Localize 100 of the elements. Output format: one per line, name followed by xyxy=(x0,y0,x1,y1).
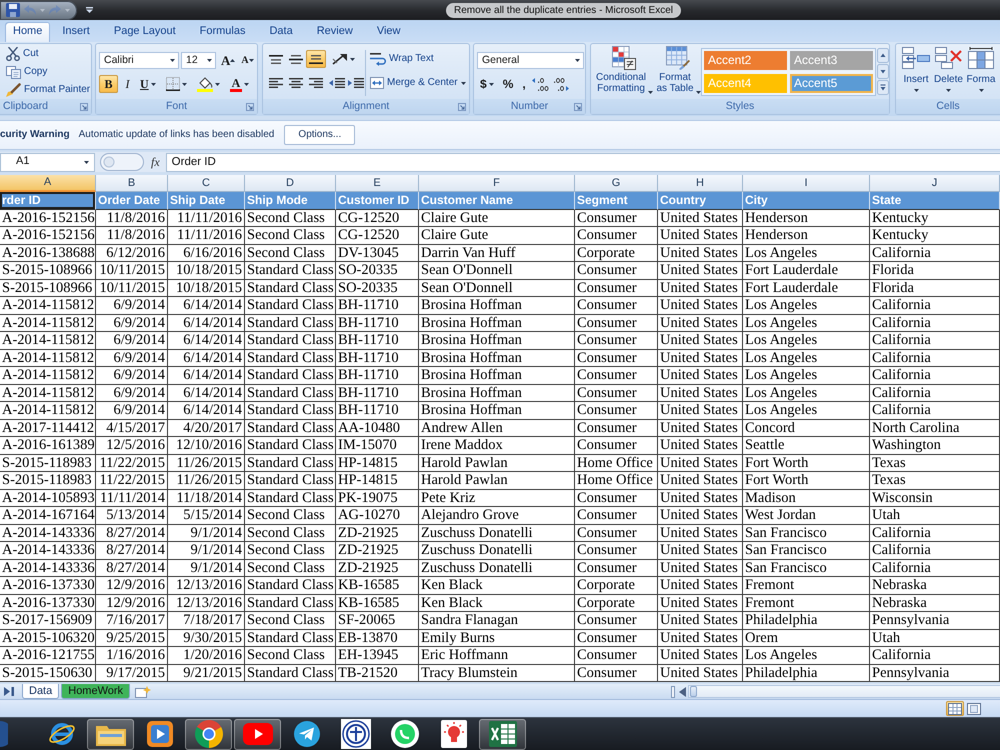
formula-input[interactable]: Order ID xyxy=(166,152,1000,172)
save-icon[interactable] xyxy=(6,3,20,17)
horizontal-scrollbar[interactable] xyxy=(688,685,1000,698)
increase-indent-icon[interactable] xyxy=(348,78,364,88)
gallery-more-icon[interactable] xyxy=(877,80,889,95)
start-orb-icon[interactable] xyxy=(0,721,8,747)
copy-button[interactable]: Copy xyxy=(6,63,48,81)
table-cell: 11/11/2016 xyxy=(168,227,245,244)
sheet-tab[interactable]: HomeWork xyxy=(61,684,130,699)
font-color-button[interactable]: A xyxy=(226,75,252,93)
font-name-field[interactable]: Calibri xyxy=(99,52,179,69)
scroll-left-icon[interactable] xyxy=(679,686,686,698)
customize-toolbar-icon[interactable] xyxy=(86,7,93,13)
table-cell: A-2014-115812 xyxy=(0,367,96,384)
dialog-launcher-icon[interactable] xyxy=(458,102,466,110)
formula-bar-handle-icon[interactable] xyxy=(100,153,144,171)
column-header[interactable]: F xyxy=(419,175,575,192)
grow-font-button[interactable]: A xyxy=(219,52,238,70)
decrease-decimal-icon[interactable] xyxy=(552,78,569,90)
ribbon-tab[interactable]: Formulas xyxy=(188,22,258,42)
ribbon-tab[interactable]: Page Layout xyxy=(102,22,188,42)
split-box-icon[interactable] xyxy=(671,686,675,698)
table-cell: BH-11710 xyxy=(336,350,419,367)
column-header[interactable]: E xyxy=(336,175,419,192)
underline-button[interactable]: U xyxy=(137,75,159,93)
taskbar-button[interactable] xyxy=(234,718,281,750)
caret-icon xyxy=(696,91,701,94)
bottom-align-button[interactable] xyxy=(306,50,326,68)
page-layout-button[interactable] xyxy=(965,701,983,716)
ribbon-tab[interactable]: Insert xyxy=(50,22,102,42)
table-cell: 6/9/2014 xyxy=(96,384,168,402)
format-cells-button[interactable]: Forma xyxy=(966,46,996,99)
media-player-icon[interactable] xyxy=(146,721,172,747)
table-cell: ZD-21925 xyxy=(336,560,419,577)
ribbon-tab[interactable]: Data xyxy=(257,22,305,42)
table-cell: United States xyxy=(658,210,743,227)
format-as-table-button[interactable]: Format as Table xyxy=(655,45,701,99)
name-box[interactable]: A1 xyxy=(0,152,95,172)
column-header[interactable]: G xyxy=(575,175,658,192)
table-cell: 11/11/2014 xyxy=(96,490,168,507)
taskbar-button[interactable] xyxy=(87,718,134,750)
last-sheet-icon[interactable] xyxy=(4,687,14,696)
font-size-field[interactable]: 12 xyxy=(181,52,216,69)
taskbar-button[interactable] xyxy=(479,718,526,750)
table-cell: 9/25/2015 xyxy=(96,630,168,647)
column-header[interactable]: C xyxy=(168,175,245,192)
sheet-tab[interactable]: Data xyxy=(22,684,60,699)
lightbulb-icon[interactable] xyxy=(440,720,466,748)
table-cell: Brosina Hoffman xyxy=(419,297,575,314)
table-cell: 6/9/2014 xyxy=(96,367,168,384)
column-header[interactable]: J xyxy=(870,175,1000,192)
delete-cells-button[interactable]: Delete xyxy=(932,46,965,99)
italic-button[interactable]: I xyxy=(118,75,137,93)
wrap-text-button[interactable]: Wrap Text xyxy=(369,50,435,68)
ribbon-tab[interactable]: Home xyxy=(5,22,50,42)
increase-decimal-icon[interactable] xyxy=(532,78,549,90)
column-header[interactable]: A xyxy=(0,175,96,192)
table-cell: 11/8/2016 xyxy=(96,210,168,227)
paper-plane-icon[interactable] xyxy=(294,721,320,747)
normal-view-button[interactable] xyxy=(946,701,964,716)
column-header[interactable]: I xyxy=(743,175,870,192)
table-cell: A-2016-161389 xyxy=(0,437,96,454)
caret-icon xyxy=(244,82,250,86)
comma-style-button[interactable]: , xyxy=(519,75,529,93)
letter-e-icon[interactable] xyxy=(48,720,76,748)
percent-style-button[interactable]: % xyxy=(500,75,516,93)
taskbar-button[interactable] xyxy=(185,718,232,750)
table-cell: Consumer xyxy=(575,490,658,507)
column-header[interactable]: B xyxy=(96,175,168,192)
column-header[interactable]: H xyxy=(658,175,743,192)
cut-button[interactable]: Cut xyxy=(6,45,39,63)
dialog-launcher-icon[interactable] xyxy=(80,102,88,110)
ribbon-tab[interactable]: View xyxy=(364,22,412,42)
chat-bubble-icon[interactable] xyxy=(390,720,418,748)
currency-button[interactable]: $ xyxy=(477,75,497,93)
gallery-down-icon[interactable] xyxy=(877,64,889,79)
table-cell: S-2015-108966 xyxy=(0,280,96,297)
dialog-launcher-icon[interactable] xyxy=(246,102,254,110)
merge-center-button[interactable]: Merge & Center xyxy=(369,74,467,92)
conditional-formatting-button[interactable]: Conditional Formatting xyxy=(593,45,655,99)
number-format-field[interactable]: General xyxy=(477,52,584,69)
gallery-up-icon[interactable] xyxy=(877,48,889,63)
shrink-font-button[interactable]: A xyxy=(239,52,256,70)
table-cell: Fort Worth xyxy=(743,472,870,490)
emblem-icon[interactable] xyxy=(340,719,370,749)
dialog-launcher-icon[interactable] xyxy=(574,102,582,110)
format-painter-button[interactable]: Format Painter xyxy=(6,81,90,99)
options-button[interactable]: Options... xyxy=(284,125,356,145)
scroll-thumb[interactable] xyxy=(690,686,697,697)
insert-cells-button[interactable]: Insert xyxy=(901,46,931,99)
table-cell: BH-11710 xyxy=(336,314,419,332)
insert-function-button[interactable]: fx xyxy=(151,154,160,170)
table-cell: Second Class xyxy=(245,507,336,524)
insert-sheet-icon[interactable] xyxy=(135,686,152,698)
table-cell: 11/26/2015 xyxy=(168,454,245,472)
column-header[interactable]: D xyxy=(245,175,336,192)
table-cell: Henderson xyxy=(743,210,870,227)
decrease-indent-icon[interactable] xyxy=(329,78,345,88)
bold-button[interactable]: B xyxy=(99,75,118,93)
ribbon-tab[interactable]: Review xyxy=(304,22,365,42)
